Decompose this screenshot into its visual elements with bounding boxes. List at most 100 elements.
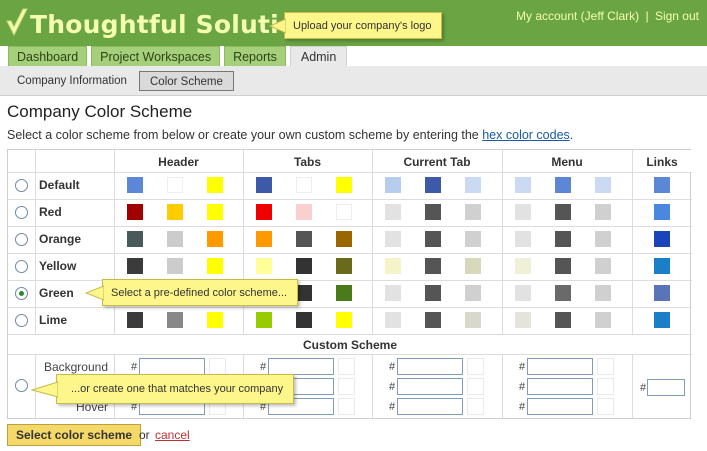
hash-prefix: #	[260, 361, 267, 373]
color-swatch	[595, 204, 611, 220]
subtab-color-scheme[interactable]: Color Scheme	[139, 71, 234, 91]
hex-input-links[interactable]	[647, 379, 685, 396]
column-divider	[502, 355, 503, 418]
column-header-links: Links	[646, 155, 678, 169]
sign-out-link[interactable]: Sign out	[655, 9, 699, 23]
column-divider	[372, 150, 373, 334]
color-swatch	[465, 204, 481, 220]
row-divider	[8, 199, 692, 200]
color-swatch	[167, 258, 183, 274]
color-swatch	[654, 258, 670, 274]
hash-prefix: #	[640, 382, 647, 394]
account-links: My account (Jeff Clark) | Sign out	[516, 9, 699, 23]
callout-pointer-icon	[85, 285, 104, 301]
hex-input-tabs-background[interactable]	[268, 358, 334, 375]
color-swatch	[595, 177, 611, 193]
color-swatch	[425, 312, 441, 328]
row-divider	[8, 226, 692, 227]
color-preview-box	[467, 398, 484, 415]
tab-dashboard[interactable]: Dashboard	[8, 46, 88, 67]
color-swatch	[167, 231, 183, 247]
column-divider	[502, 150, 503, 334]
color-swatch	[127, 177, 143, 193]
color-swatch	[595, 258, 611, 274]
column-header-current-tab: Current Tab	[403, 155, 471, 169]
color-swatch	[256, 258, 272, 274]
tab-reports[interactable]: Reports	[224, 46, 286, 67]
color-preview-box	[338, 378, 355, 395]
hex-input-header-background[interactable]	[139, 358, 205, 375]
intro-text: Select a color scheme from below or crea…	[7, 128, 573, 142]
color-swatch	[336, 204, 352, 220]
custom-scheme-radio[interactable]	[15, 379, 28, 392]
scheme-radio-green[interactable]	[15, 287, 28, 300]
color-swatch	[385, 204, 401, 220]
column-divider	[243, 150, 244, 334]
subtab-company-information[interactable]: Company Information	[17, 71, 127, 91]
scheme-name-lime: Lime	[39, 313, 68, 327]
color-swatch	[385, 258, 401, 274]
scheme-radio-yellow[interactable]	[15, 260, 28, 273]
predefined-callout-text: Select a pre-defined color scheme...	[111, 286, 288, 299]
color-swatch	[336, 231, 352, 247]
color-preview-box	[597, 358, 614, 375]
color-swatch	[465, 231, 481, 247]
column-header-header: Header	[158, 155, 199, 169]
color-swatch	[515, 231, 531, 247]
scheme-name-orange: Orange	[39, 232, 82, 246]
hex-input-current-tab-hover[interactable]	[397, 398, 463, 415]
hex-input-menu-text[interactable]	[527, 378, 593, 395]
scheme-radio-default[interactable]	[15, 179, 28, 192]
tab-admin[interactable]: Admin	[289, 46, 348, 67]
column-divider	[632, 355, 633, 418]
hash-prefix: #	[389, 401, 396, 413]
select-color-scheme-button[interactable]: Select color scheme	[7, 424, 142, 446]
scheme-name-yellow: Yellow	[39, 259, 77, 273]
separator: |	[645, 9, 649, 23]
predefined-callout: Select a pre-defined color scheme...	[85, 279, 299, 306]
hash-prefix: #	[389, 361, 396, 373]
hash-prefix: #	[131, 361, 138, 373]
row-divider	[8, 334, 692, 335]
scheme-name-green: Green	[39, 286, 74, 300]
color-swatch	[515, 312, 531, 328]
color-swatch	[127, 312, 143, 328]
color-preview-box	[209, 358, 226, 375]
color-swatch	[515, 177, 531, 193]
color-swatch	[336, 285, 352, 301]
color-swatch	[385, 285, 401, 301]
scheme-radio-lime[interactable]	[15, 314, 28, 327]
hash-prefix: #	[519, 401, 526, 413]
color-swatch	[296, 204, 312, 220]
row-divider	[8, 307, 692, 308]
color-swatch	[127, 204, 143, 220]
color-swatch	[425, 177, 441, 193]
hash-prefix: #	[519, 381, 526, 393]
hex-input-menu-background[interactable]	[527, 358, 593, 375]
hex-input-menu-hover[interactable]	[527, 398, 593, 415]
intro-text-before: Select a color scheme from below or crea…	[7, 128, 483, 142]
color-swatch	[207, 204, 223, 220]
hex-input-current-tab-background[interactable]	[397, 358, 463, 375]
tab-project-workspaces[interactable]: Project Workspaces	[91, 46, 221, 67]
color-swatch	[207, 231, 223, 247]
color-preview-box	[597, 398, 614, 415]
color-preview-box	[467, 358, 484, 375]
intro-text-after: .	[569, 128, 574, 142]
color-swatch	[515, 285, 531, 301]
color-swatch	[385, 177, 401, 193]
custom-scheme-title: Custom Scheme	[302, 338, 398, 352]
column-divider	[632, 150, 633, 334]
color-preview-box	[597, 378, 614, 395]
cancel-link[interactable]: cancel	[155, 428, 190, 442]
column-divider	[372, 355, 373, 418]
my-account-link[interactable]: My account (Jeff Clark)	[516, 9, 639, 23]
custom-callout-text: ...or create one that matches your compa…	[71, 383, 284, 395]
color-swatch	[296, 177, 312, 193]
color-swatch	[515, 204, 531, 220]
hex-color-codes-link[interactable]: hex color codes	[482, 128, 570, 142]
color-swatch	[654, 204, 670, 220]
scheme-radio-orange[interactable]	[15, 233, 28, 246]
hex-input-current-tab-text[interactable]	[397, 378, 463, 395]
scheme-radio-red[interactable]	[15, 206, 28, 219]
